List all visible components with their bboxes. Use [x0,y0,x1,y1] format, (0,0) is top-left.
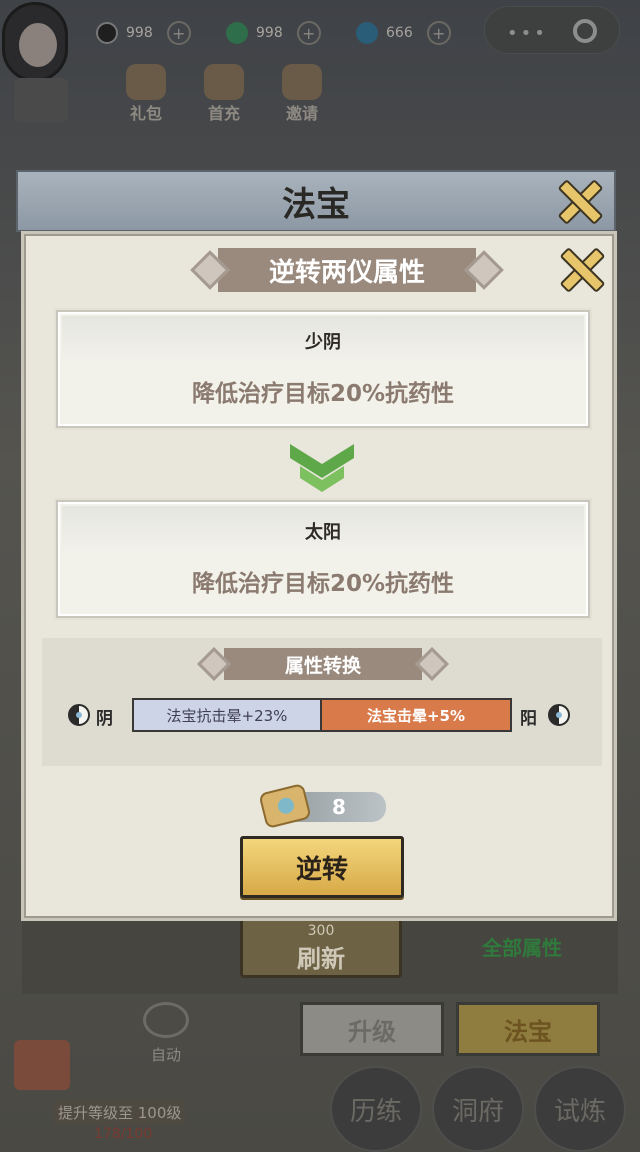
source-attribute-name: 少阴 [305,332,341,353]
first-charge-icon [204,64,244,100]
menu-gift-pack-label: 礼包 [129,104,162,123]
dialog-close-icon[interactable] [556,244,604,292]
menu-gift-pack[interactable]: 礼包 [118,64,174,123]
dialog-title: 逆转两仪属性 [268,257,425,288]
bottom-tabs: 升级 法宝 [300,1002,600,1056]
nav-cave[interactable]: 洞府 [432,1066,524,1152]
tab-upgrade[interactable]: 升级 [300,1002,444,1056]
refresh-label: 刷新 [297,944,345,973]
menu-invite-label: 邀请 [285,104,318,123]
currency-3-add-button[interactable]: + [426,21,451,45]
conversion-bar: 法宝抗击晕+23% 法宝击晕+5% [132,698,512,732]
dialog-title-banner: 逆转两仪属性 [182,248,512,292]
menu-invite[interactable]: 邀请 [274,64,330,123]
nav-trial[interactable]: 试炼 [534,1066,626,1152]
menu-first-charge-label: 首充 [207,104,240,123]
side-expand-button[interactable] [14,78,68,122]
quest-tracker[interactable]: 提升等级至 100级 178/100 [14,1040,214,1142]
target-attribute-card: 太阳 降低治疗目标20%抗药性 [56,500,590,618]
target-attribute-desc: 降低治疗目标20%抗药性 [191,571,455,597]
yin-value: 法宝抗击晕+23% [134,700,322,730]
window-title: 法宝 [282,184,350,225]
currency-1-add-button[interactable]: + [166,21,191,45]
yang-label: 阳 [520,709,537,729]
close-program-icon[interactable] [573,19,597,43]
currency-1-value: 998 [126,25,153,41]
conversion-title-banner: 属性转换 [188,647,458,681]
currency-3-value: 666 [386,25,413,41]
reverse-button[interactable]: 逆转 [240,836,404,898]
conversion-title: 属性转换 [284,654,361,677]
yin-label: 阴 [96,709,113,729]
nav-training[interactable]: 历练 [330,1066,422,1152]
all-attributes-link[interactable]: 全部属性 [482,932,562,961]
menu-first-charge[interactable]: 首充 [196,64,252,123]
mini-program-capsule: ••• [484,6,620,54]
yinyang-coin-icon [96,22,118,44]
top-hud: 998 + 998 + 666 + ••• [0,0,640,82]
reverse-attribute-dialog: 逆转两仪属性 少阴 降低治疗目标20%抗药性 太阳 降低治疗目标20%抗药性 属… [24,234,614,918]
player-avatar[interactable] [2,2,68,82]
jade-icon [226,22,248,44]
yin-taiji-icon [68,704,90,726]
currency-2: 998 + [226,18,321,48]
top-menu: 礼包 首充 邀请 [118,64,330,123]
double-chevron-down-icon [290,444,354,492]
currency-3: 666 + [356,18,451,48]
artifact-window-header: 法宝 [16,170,616,232]
attribute-conversion-panel: 属性转换 阴 法宝抗击晕+23% 法宝击晕+5% 阳 [42,638,602,766]
currency-2-value: 998 [256,25,283,41]
currency-2-add-button[interactable]: + [296,21,321,45]
invite-scroll-icon [282,64,322,100]
tab-artifact[interactable]: 法宝 [456,1002,600,1056]
source-attribute-desc: 降低治疗目标20%抗药性 [191,381,455,407]
more-menu-icon[interactable]: ••• [507,23,548,44]
reverse-cost: 8 [258,782,386,830]
quest-text: 提升等级至 100级 [54,1100,186,1125]
target-attribute-name: 太阳 [305,522,341,543]
yang-value: 法宝击晕+5% [322,700,510,730]
source-attribute-card: 少阴 降低治疗目标20%抗药性 [56,310,590,428]
round-nav: 历练 洞府 试炼 [330,1066,626,1152]
currency-1: 998 + [96,18,191,48]
refresh-button[interactable]: 300 刷新 [240,918,402,978]
eye-icon [143,1002,189,1038]
yang-taiji-icon [548,704,570,726]
quest-chest-icon [14,1040,70,1090]
spirit-stone-icon [356,22,378,44]
quest-progress: 178/100 [94,1126,153,1142]
refresh-cost: 300 [307,922,335,939]
scroll-item-icon [258,782,312,830]
gift-bag-icon [126,64,166,100]
window-close-icon[interactable] [554,176,602,224]
